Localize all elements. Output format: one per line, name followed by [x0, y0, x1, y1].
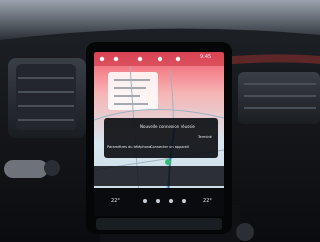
status-icon — [157, 56, 163, 62]
dialog-left-button[interactable]: Paramètres du téléphone — [107, 145, 151, 150]
status-icon — [99, 56, 105, 62]
status-icon — [175, 56, 181, 62]
dialog-right-button[interactable]: Terminé — [198, 135, 212, 140]
seat-heat-icon[interactable] — [156, 199, 160, 203]
car-dashboard-photo — [0, 0, 320, 242]
steering-stalk — [4, 160, 60, 178]
bottom-info-bar — [94, 166, 224, 186]
infotainment-screen[interactable] — [93, 52, 225, 216]
defrost-icon[interactable] — [169, 199, 173, 203]
dialog-message: Nouvelle connexion réussie — [140, 124, 195, 129]
location-marker-icon — [165, 159, 171, 165]
right-air-vent — [238, 72, 320, 124]
left-air-vent — [8, 58, 86, 138]
status-time: 9:45 — [200, 54, 212, 60]
left-temperature[interactable]: 22° — [111, 199, 120, 204]
right-temperature[interactable]: 22° — [203, 199, 212, 204]
status-icon — [113, 56, 119, 62]
ac-icon[interactable] — [182, 199, 186, 203]
fan-icon[interactable] — [143, 199, 147, 203]
status-icon — [137, 56, 143, 62]
screen-lower-strip — [96, 218, 222, 230]
dialog-middle-button[interactable]: Connecter un appareil — [150, 145, 189, 150]
